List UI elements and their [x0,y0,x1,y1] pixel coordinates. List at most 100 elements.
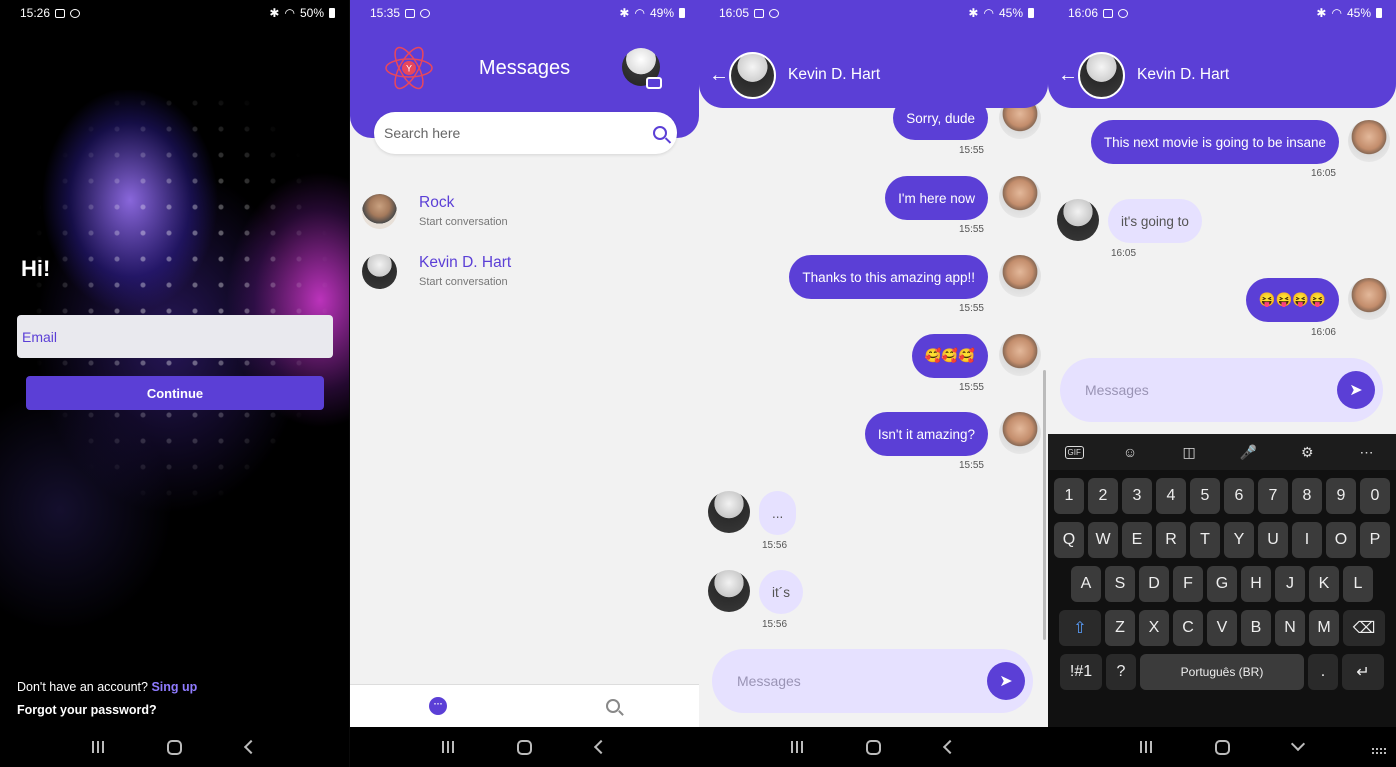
status-time: 15:35 [370,6,401,20]
continue-button[interactable]: Continue [26,376,324,410]
key-g[interactable]: G [1207,566,1237,602]
conversation-subtitle: Start conversation [419,216,508,228]
key-9[interactable]: 9 [1326,478,1356,514]
enter-icon[interactable]: ↵ [1342,654,1384,690]
camera-icon[interactable] [646,77,662,89]
shift-icon[interactable]: ⇧ [1059,610,1101,646]
mic-icon[interactable]: 🎤 [1235,444,1261,461]
contact-name[interactable]: Kevin D. Hart [788,66,880,84]
conversation-name: Rock [419,194,455,211]
key-l[interactable]: L [1343,566,1373,602]
settings-icon[interactable]: ⚙ [1294,444,1320,461]
avatar [362,193,397,229]
key-8[interactable]: 8 [1292,478,1322,514]
more-icon[interactable]: ⋯ [1353,444,1379,461]
symbols-key[interactable]: !#1 [1060,654,1102,690]
home-button[interactable] [159,739,189,755]
home-button[interactable] [858,739,888,755]
key-0[interactable]: 0 [1360,478,1390,514]
home-button[interactable] [509,739,539,755]
key-d[interactable]: D [1139,566,1169,602]
chat-screen: Sorry, dude 15:55 16:05 ✱ ◠ 45% ← Kevin D.… [699,0,1048,767]
key-3[interactable]: 3 [1122,478,1152,514]
avatar [999,176,1041,218]
key-j[interactable]: J [1275,566,1305,602]
backspace-icon[interactable]: ⌫ [1343,610,1385,646]
key-1[interactable]: 1 [1054,478,1084,514]
recent-apps-button[interactable] [1131,741,1161,753]
message-time: 16:06 [1310,327,1336,338]
period-key[interactable]: . [1308,654,1338,690]
key-6[interactable]: 6 [1224,478,1254,514]
recent-apps-button[interactable] [433,741,463,753]
conversation-subtitle: Start conversation [419,276,508,288]
chat-header: 16:06 ✱ ◠ 45% ← Kevin D. Hart [1048,0,1396,108]
emoji-icon[interactable]: ☺ [1117,444,1143,460]
hide-keyboard-button[interactable] [1283,736,1313,752]
greeting-title: Hi! [21,256,51,281]
key-7[interactable]: 7 [1258,478,1288,514]
back-arrow-icon[interactable]: ← [709,64,729,87]
chat-icon[interactable]: ··· [429,697,448,715]
recent-apps-button[interactable] [83,741,113,753]
keyboard-switch-icon[interactable] [1372,748,1386,754]
send-icon[interactable]: ➤ [1337,371,1375,409]
key-z[interactable]: Z [1105,610,1135,646]
key-f[interactable]: F [1173,566,1203,602]
search-input[interactable] [384,125,653,141]
search-icon[interactable] [605,699,620,713]
avatar [1348,278,1390,320]
key-a[interactable]: A [1071,566,1101,602]
conversation-item-rock[interactable]: Rock Start conversation [362,186,682,236]
avatar [1057,199,1099,241]
recent-apps-button[interactable] [782,741,812,753]
key-b[interactable]: B [1241,610,1271,646]
key-h[interactable]: H [1241,566,1271,602]
key-t[interactable]: T [1190,522,1220,558]
message-input[interactable] [1085,382,1337,398]
key-y[interactable]: Y [1224,522,1254,558]
message-time: 15:55 [958,303,984,314]
message-input[interactable] [737,673,987,689]
key-q[interactable]: Q [1054,522,1084,558]
key-k[interactable]: K [1309,566,1339,602]
sticker-icon[interactable]: ◫ [1176,444,1202,461]
key-5[interactable]: 5 [1190,478,1220,514]
gif-icon[interactable]: GIF [1064,445,1084,459]
key-i[interactable]: I [1292,522,1322,558]
scrollbar[interactable] [1043,370,1046,640]
key-2[interactable]: 2 [1088,478,1118,514]
search-icon[interactable] [653,126,667,140]
key-e[interactable]: E [1122,522,1152,558]
key-o[interactable]: O [1326,522,1356,558]
key-4[interactable]: 4 [1156,478,1186,514]
key-c[interactable]: C [1173,610,1203,646]
key-n[interactable]: N [1275,610,1305,646]
back-button[interactable] [236,739,266,755]
avatar[interactable] [1078,52,1125,99]
home-button[interactable] [1207,739,1237,755]
key-w[interactable]: W [1088,522,1118,558]
contact-name[interactable]: Kevin D. Hart [1137,66,1229,84]
key-v[interactable]: V [1207,610,1237,646]
signup-link[interactable]: Sing up [151,680,197,694]
key-m[interactable]: M [1309,610,1339,646]
key-x[interactable]: X [1139,610,1169,646]
space-key[interactable]: Português (BR) [1140,654,1304,690]
background-dots [0,90,349,650]
email-field[interactable] [17,315,333,358]
question-key[interactable]: ? [1106,654,1136,690]
key-s[interactable]: S [1105,566,1135,602]
key-u[interactable]: U [1258,522,1288,558]
back-button[interactable] [586,739,616,755]
forgot-password-link[interactable]: Forgot your password? [17,703,157,717]
key-r[interactable]: R [1156,522,1186,558]
send-icon[interactable]: ➤ [987,662,1025,700]
conversation-item-kevin[interactable]: Kevin D. Hart Start conversation [362,246,682,296]
avatar[interactable] [729,52,776,99]
back-arrow-icon[interactable]: ← [1058,64,1078,87]
notification-icon [70,8,81,18]
signup-prompt: Don't have an account? Sing up [17,680,197,694]
back-button[interactable] [935,739,965,755]
key-p[interactable]: P [1360,522,1390,558]
